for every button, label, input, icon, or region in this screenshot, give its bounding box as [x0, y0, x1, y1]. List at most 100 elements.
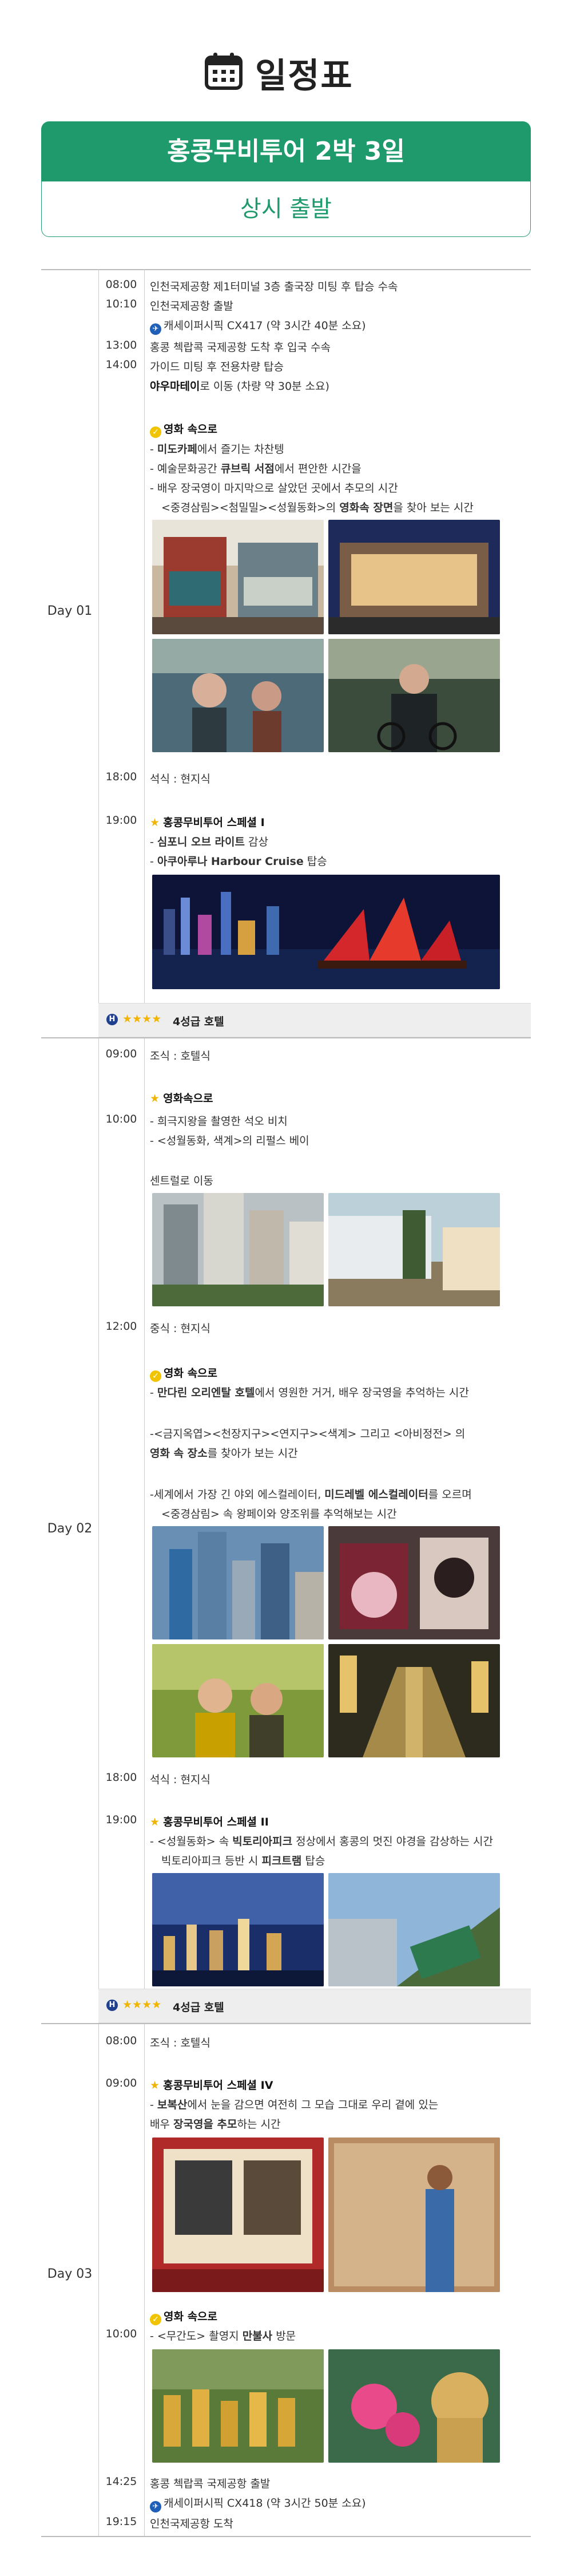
star-rating: ★★★★	[122, 1998, 162, 2011]
star-icon: ★	[150, 1816, 160, 1828]
time: 18:00	[105, 1771, 137, 1784]
section-title: ★ 홍콩무비투어 스페셜 II	[150, 1816, 269, 1828]
hotel-bar: H ★★★★ 4성급 호텔	[98, 1003, 531, 1037]
section-title: ✓ 영화 속으로	[150, 1365, 217, 1382]
photo-movie-scene-3	[152, 1644, 324, 1757]
time: 19:00	[105, 1814, 137, 1826]
check-icon: ✓	[150, 1370, 161, 1382]
section-title: ★ 홍콩무비투어 스페셜 I	[150, 816, 265, 829]
photo-movie-scene-2	[328, 639, 500, 752]
day-label: Day 03	[47, 2267, 93, 2281]
time: 19:15	[105, 2515, 137, 2528]
schedule-text: 홍콩 첵랍콕 국제공항 도착 후 입국 수속	[150, 341, 331, 354]
photo-midlevel-escalator	[328, 1644, 500, 1757]
item: - 보복산에서 눈을 감으면 여전히 그 모습 그대로 우리 곁에 있는	[150, 2099, 439, 2111]
time: 14:00	[105, 358, 137, 371]
schedule-text: 중식 : 현지식	[150, 1322, 210, 1335]
schedule-text: 석식 : 현지식	[150, 773, 210, 785]
section-title: ★ 홍콩무비투어 스페셜 IV	[150, 2079, 273, 2092]
item: - 예술문화공간 큐브릭 서점에서 편안한 시간을	[150, 463, 362, 475]
flight-info: ✈ 캐세이퍼시픽 CX417 (약 3시간 40분 소요)	[150, 317, 366, 335]
item: - 미도카페에서 즐기는 차찬텡	[150, 443, 284, 456]
time: 10:00	[105, 1113, 137, 1125]
table-top-border	[41, 269, 531, 270]
airline-icon: ✈	[150, 2501, 161, 2512]
column-divider	[144, 269, 145, 2536]
day-label: Day 01	[47, 604, 93, 618]
photo-stone-beach	[152, 1193, 324, 1306]
item: 빅토리아피크 등반 시 피크트램 탑승	[161, 1855, 325, 1867]
star-icon: ★	[150, 2079, 160, 2092]
column-divider	[98, 269, 99, 2536]
item: - <성월동화, 색계>의 리펄스 베이	[150, 1135, 309, 1147]
flight-info: ✈ 캐세이퍼시픽 CX418 (약 3시간 50분 소요)	[150, 2495, 366, 2512]
item: <중경삼림><첨밀밀><성월동화>의 영화속 장면을 찾아 보는 시간	[161, 501, 474, 514]
hotel-name: 4성급 호텔	[173, 2001, 224, 2014]
day-divider	[41, 2023, 531, 2024]
photo-movie-scene-1	[152, 639, 324, 752]
photo-ten-thousand-buddhas	[152, 2349, 324, 2463]
flight-text: 캐세이퍼시픽 CX418 (약 3시간 50분 소요)	[164, 2497, 366, 2510]
check-icon: ✓	[150, 2314, 161, 2325]
schedule-text: 석식 : 현지식	[150, 1773, 210, 1786]
time: 08:00	[105, 278, 137, 291]
highlight: 야우마테이	[150, 380, 200, 393]
photo-columbarium	[328, 2138, 500, 2292]
photo-memorial-display	[328, 1526, 500, 1639]
item: -세계에서 가장 긴 야외 에스컬레이터, 미드레벨 에스컬레이터를 오르며	[150, 1488, 472, 1501]
star-icon: ★	[150, 816, 160, 829]
time: 10:10	[105, 298, 137, 310]
hotel-icon: H	[106, 1014, 118, 1025]
time: 08:00	[105, 2034, 137, 2047]
item: - 희극지왕을 촬영한 석오 비치	[150, 1115, 288, 1128]
photo-victoria-peak-night	[152, 1873, 324, 1986]
schedule-text: 인천국제공항 제1터미널 3층 출국장 미팅 후 탑승 수속	[150, 280, 398, 293]
photo-central-skyline	[152, 1526, 324, 1639]
time: 18:00	[105, 771, 137, 783]
star-icon: ★	[150, 1092, 160, 1105]
hotel-bar: H ★★★★ 4성급 호텔	[98, 1989, 531, 2023]
item: 영화 속 장소를 찾아가 보는 시간	[150, 1447, 298, 1460]
item: -<금지옥엽><천장지구><연지구><색계> 그리고 <아비정전> 의	[150, 1428, 466, 1440]
item: - 만다린 오리엔탈 호텔에서 영원한 거거, 배우 장국영을 추억하는 시간	[150, 1386, 469, 1399]
airline-icon: ✈	[150, 323, 161, 335]
photo-mido-cafe	[152, 520, 324, 634]
time: 09:00	[105, 1048, 137, 1060]
tour-banner: 홍콩무비투어 2박 3일	[41, 121, 531, 181]
photo-repulse-bay	[328, 1193, 500, 1306]
calendar-icon	[205, 53, 243, 90]
item: - 배우 장국영이 마지막으로 살았던 곳에서 추모의 시간	[150, 482, 398, 495]
table-bottom-border	[41, 2536, 531, 2537]
day-divider	[41, 1037, 531, 1038]
flight-text: 캐세이퍼시픽 CX417 (약 3시간 40분 소요)	[164, 319, 366, 332]
section-title: ✓ 영화 속으로	[150, 2308, 217, 2325]
item: 센트럴로 이동	[150, 1175, 213, 1187]
time: 14:25	[105, 2475, 137, 2488]
page-title: 일정표	[255, 56, 353, 96]
departure-label: 상시 출발	[41, 181, 531, 237]
photo-building-night	[328, 520, 500, 634]
day-label: Day 02	[47, 1522, 93, 1536]
item: - 아쿠아루나 Harbour Cruise 탑승	[150, 855, 327, 868]
hotel-icon: H	[106, 2000, 118, 2011]
photo-buddha-statue	[328, 2349, 500, 2463]
time: 10:00	[105, 2328, 137, 2340]
schedule-text: 인천국제공항 도착	[150, 2518, 233, 2530]
section-title: ★ 영화속으로	[150, 1092, 213, 1105]
schedule-text: 홍콩 첵랍콕 국제공항 출발	[150, 2478, 271, 2490]
item: 배우 장국영을 추모하는 시간	[150, 2118, 281, 2131]
item: - 심포니 오브 라이트 감상	[150, 836, 268, 848]
section-title: ✓ 영화 속으로	[150, 421, 217, 438]
time: 13:00	[105, 339, 137, 351]
photo-memorial-wall	[152, 2138, 324, 2292]
photo-harbour-cruise	[152, 875, 500, 989]
hotel-name: 4성급 호텔	[173, 1016, 224, 1028]
item: <중경삼림> 속 왕페이와 양조위를 추억해보는 시간	[161, 1508, 397, 1520]
time: 19:00	[105, 814, 137, 827]
schedule-text: 야우마테이로 이동 (차량 약 30분 소요)	[150, 378, 329, 393]
schedule-text: 조식 : 호텔식	[150, 2037, 210, 2049]
header: 일정표	[0, 0, 572, 97]
star-rating: ★★★★	[122, 1013, 162, 1025]
item: - <성월동화> 속 빅토리아피크 정상에서 홍콩의 멋진 야경을 감상하는 시…	[150, 1835, 493, 1848]
schedule-text: 인천국제공항 출발	[150, 300, 233, 313]
